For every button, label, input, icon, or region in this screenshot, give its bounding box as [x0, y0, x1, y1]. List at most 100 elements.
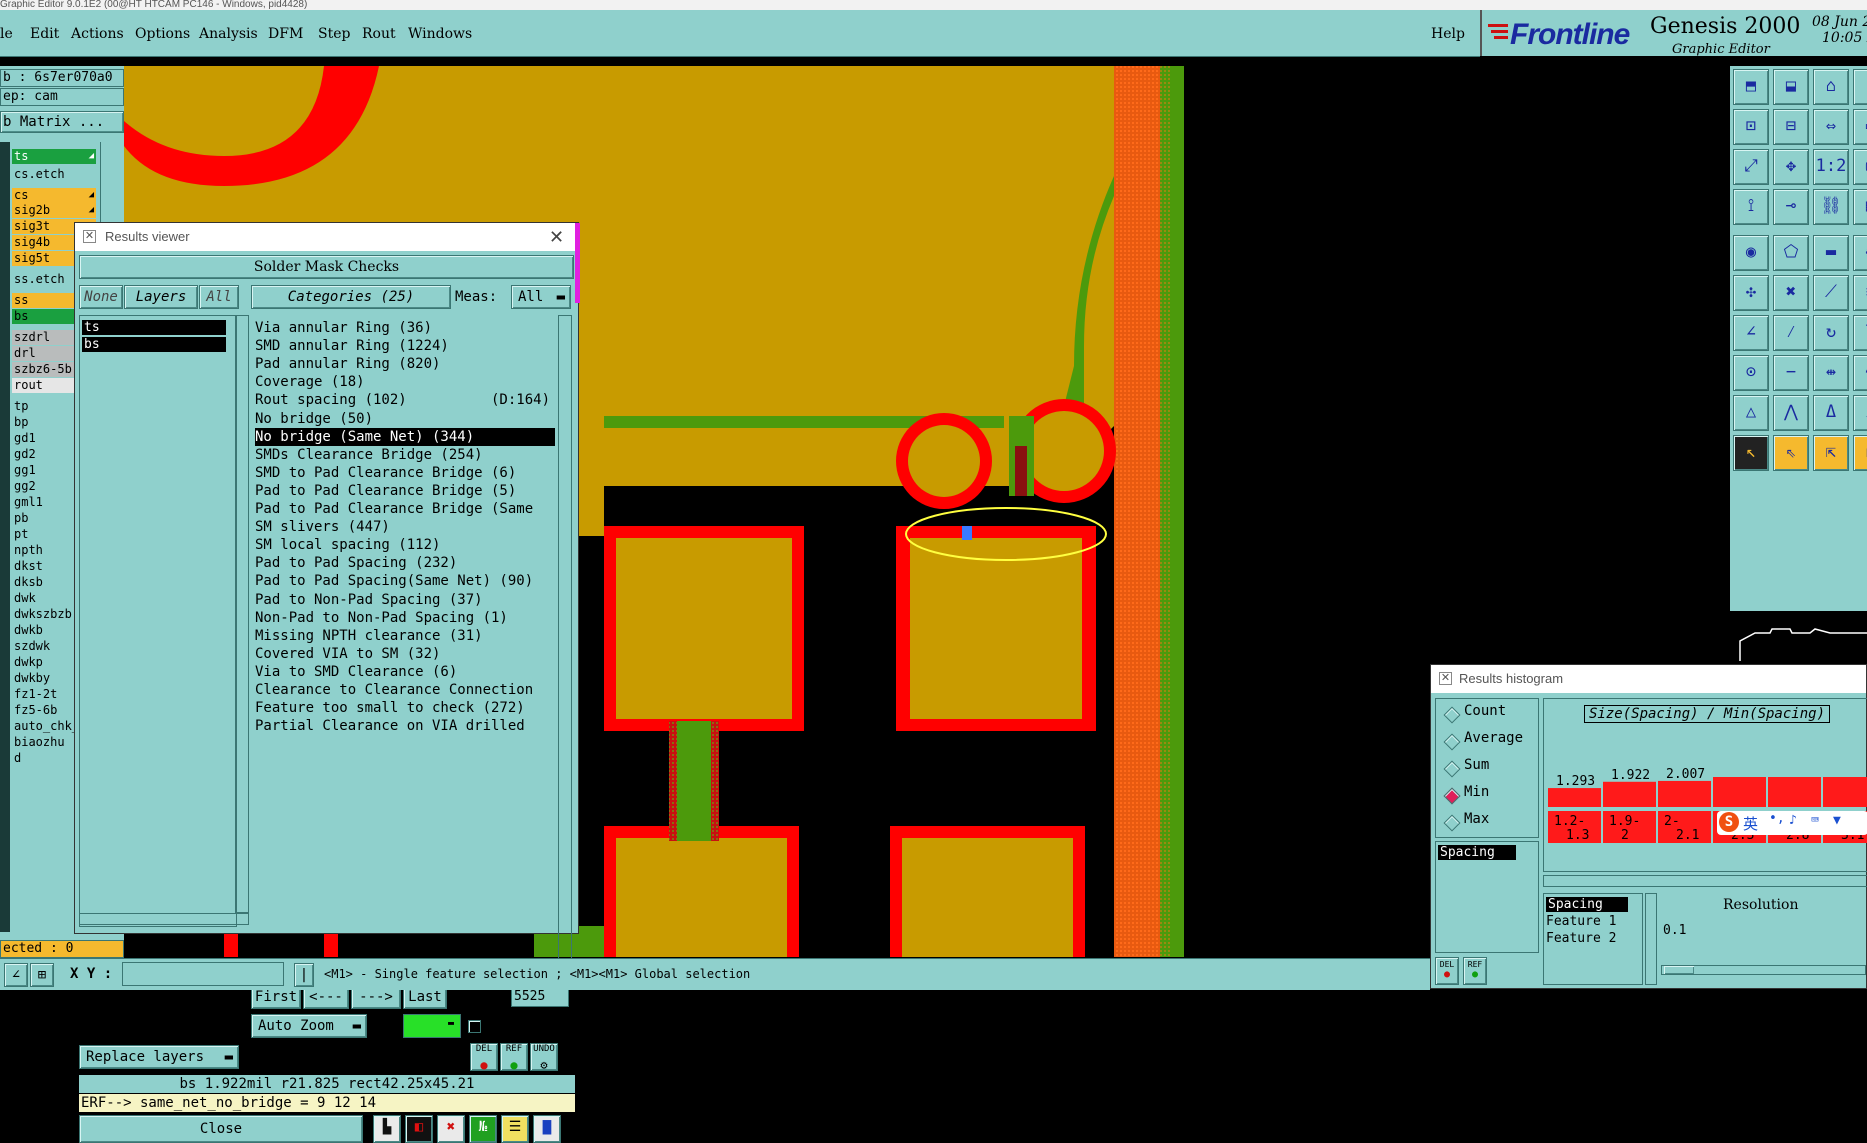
notes-icon-button[interactable]: ☰ [501, 1115, 529, 1143]
category-item[interactable]: SMD annular Ring (1224) [255, 337, 555, 355]
tool-button[interactable]: ↻ [1813, 315, 1849, 351]
max-radio[interactable] [1443, 814, 1461, 832]
category-item[interactable]: SM slivers (447) [255, 518, 555, 536]
resolution-slider[interactable] [1661, 965, 1866, 975]
category-item[interactable]: Coverage (18) [255, 373, 555, 391]
tool-button[interactable]: ⊟ [1773, 109, 1809, 145]
tool-button[interactable]: ▬ [1813, 235, 1849, 271]
category-list[interactable]: Via annular Ring (36) SMD annular Ring (1… [251, 315, 557, 967]
tool-button[interactable]: ◌ [1853, 235, 1867, 271]
menu-actions[interactable]: Actions [71, 26, 124, 42]
attribute-spacing[interactable]: Spacing [1438, 845, 1516, 860]
category-item[interactable]: Covered VIA to SM (32) [255, 645, 555, 663]
tool-button[interactable]: ✣ [1733, 275, 1769, 311]
all-button[interactable]: All [199, 285, 239, 309]
histogram-bar[interactable] [1603, 781, 1656, 807]
numbered-icon-button[interactable]: № [469, 1115, 497, 1143]
tool-button[interactable]: − [1773, 355, 1809, 391]
tool-button[interactable]: ⟟ [1733, 189, 1769, 225]
category-item[interactable]: SMDs Clearance Bridge (254) [255, 446, 555, 464]
category-item[interactable]: SM local spacing (112) [255, 536, 555, 554]
tool-button[interactable]: ∠ [1733, 315, 1769, 351]
tool-button[interactable]: ⌂ [1813, 69, 1849, 105]
job-matrix-button[interactable]: b Matrix ... [0, 111, 124, 133]
tool-button[interactable]: ⊸ [1773, 189, 1809, 225]
severity-dropdown[interactable]: ▬ [403, 1014, 461, 1038]
sum-radio[interactable] [1443, 760, 1461, 778]
tool-button[interactable]: ⟋ [1813, 275, 1849, 311]
tool-button[interactable]: ◉ [1733, 235, 1769, 271]
show-all-checkbox[interactable] [468, 1020, 481, 1033]
field-spacing[interactable]: Spacing [1546, 897, 1628, 912]
tool-button[interactable]: ⇔ [1813, 109, 1849, 145]
menu-options[interactable]: Options [135, 26, 190, 42]
undo-icon-button[interactable]: UNDO ⚙ [530, 1043, 558, 1071]
category-item[interactable]: No bridge (Same Net) (344) [255, 427, 555, 446]
none-button[interactable]: None [79, 285, 123, 309]
category-scrollbar[interactable] [558, 315, 572, 967]
category-item[interactable]: Partial Clearance on VIA drilled [255, 717, 555, 735]
category-item[interactable]: No bridge (50) [255, 410, 555, 428]
menu-step[interactable]: Step [318, 26, 350, 42]
tool-button[interactable]: ⬒ [1733, 69, 1769, 105]
tool-button[interactable]: ⤢ [1733, 149, 1769, 185]
category-item[interactable]: Pad annular Ring (820) [255, 355, 555, 373]
tool-button[interactable]: ⬓ [1773, 69, 1809, 105]
resolution-slider-thumb[interactable] [1664, 966, 1694, 974]
tool-button[interactable]: ⊙ [1733, 355, 1769, 391]
category-item[interactable]: Via to SMD Clearance (6) [255, 663, 555, 681]
xy-input[interactable] [122, 962, 284, 986]
replace-layers-dropdown[interactable]: Replace layers ▬ [79, 1045, 239, 1069]
field-feature-2[interactable]: Feature 2 [1546, 931, 1616, 946]
field-feature-1[interactable]: Feature 1 [1546, 914, 1616, 929]
report-icon-button[interactable]: ◧ [405, 1115, 433, 1143]
tool-button[interactable]: T [1853, 315, 1867, 351]
coordinate-toggle[interactable]: | [294, 963, 314, 987]
tool-button[interactable]: ⟑ [1853, 395, 1867, 431]
tool-button[interactable]: ⇱ [1813, 435, 1849, 471]
field-scrollbar[interactable] [1645, 893, 1657, 985]
close-icon[interactable]: ✕ [549, 223, 564, 251]
field-list[interactable]: Spacing Feature 1 Feature 2 [1543, 893, 1643, 985]
hist-del-button[interactable]: DEL ● [1435, 957, 1459, 985]
layer-list-hscrollbar[interactable] [79, 913, 249, 925]
layers-button[interactable]: Layers [124, 285, 198, 309]
tool-button[interactable]: ▢ [1853, 149, 1867, 185]
tool-button[interactable]: 1:2 [1813, 149, 1849, 185]
layer-ts[interactable]: ts ◢ [12, 149, 96, 164]
histogram-bar[interactable] [1713, 777, 1766, 807]
tool-button[interactable]: ✥ [1773, 149, 1809, 185]
tool-button[interactable]: ↖ [1733, 435, 1769, 471]
meas-dropdown[interactable]: All ▬ [511, 285, 571, 309]
clear-icon-button[interactable]: ✖ [437, 1115, 465, 1143]
category-item[interactable]: Non-Pad to Non-Pad Spacing (1) [255, 609, 555, 627]
tool-button[interactable]: ⋀ [1773, 395, 1809, 431]
category-item[interactable]: Pad to Pad Spacing(Same Net) (90) [255, 572, 555, 590]
tool-button[interactable]: ◠ [1853, 355, 1867, 391]
category-item[interactable]: Pad to Non-Pad Spacing (37) [255, 591, 555, 609]
tool-button[interactable]: ☐ [1853, 435, 1867, 471]
hist-ref-button[interactable]: REF ● [1463, 957, 1487, 985]
measure-tool-button[interactable]: ∠ [4, 963, 28, 987]
tool-button[interactable]: ▯ [1853, 69, 1867, 105]
menu-windows[interactable]: Windows [408, 26, 472, 42]
menu-help[interactable]: Help [1431, 26, 1465, 42]
chart-icon-button[interactable]: ▇ [533, 1115, 561, 1143]
layer-cs.etch[interactable]: cs.etch [12, 167, 96, 182]
layer-sig2b[interactable]: sig2b ◢ [12, 203, 96, 218]
tool-button[interactable]: ✖ [1773, 275, 1809, 311]
result-layer-ts[interactable]: ts [82, 320, 226, 335]
category-item[interactable]: Pad to Pad Spacing (232) [255, 554, 555, 572]
min-radio[interactable] [1443, 787, 1461, 805]
overview-thumbnail[interactable] [1730, 611, 1867, 662]
menu-analysis[interactable]: Analysis [199, 26, 258, 42]
category-item[interactable]: Feature too small to check (272) [255, 699, 555, 717]
tool-button[interactable]: ⇖ [1773, 435, 1809, 471]
menu-dfm[interactable]: DFM [268, 26, 303, 42]
category-item[interactable]: Missing NPTH clearance (31) [255, 627, 555, 645]
histogram-bar[interactable] [1548, 788, 1601, 807]
histogram-icon-button[interactable]: ▙ [373, 1115, 401, 1143]
menu-file[interactable]: le [0, 26, 13, 42]
tool-button[interactable]: ⁄ [1773, 315, 1809, 351]
categories-button[interactable]: Categories (25) [251, 285, 451, 309]
